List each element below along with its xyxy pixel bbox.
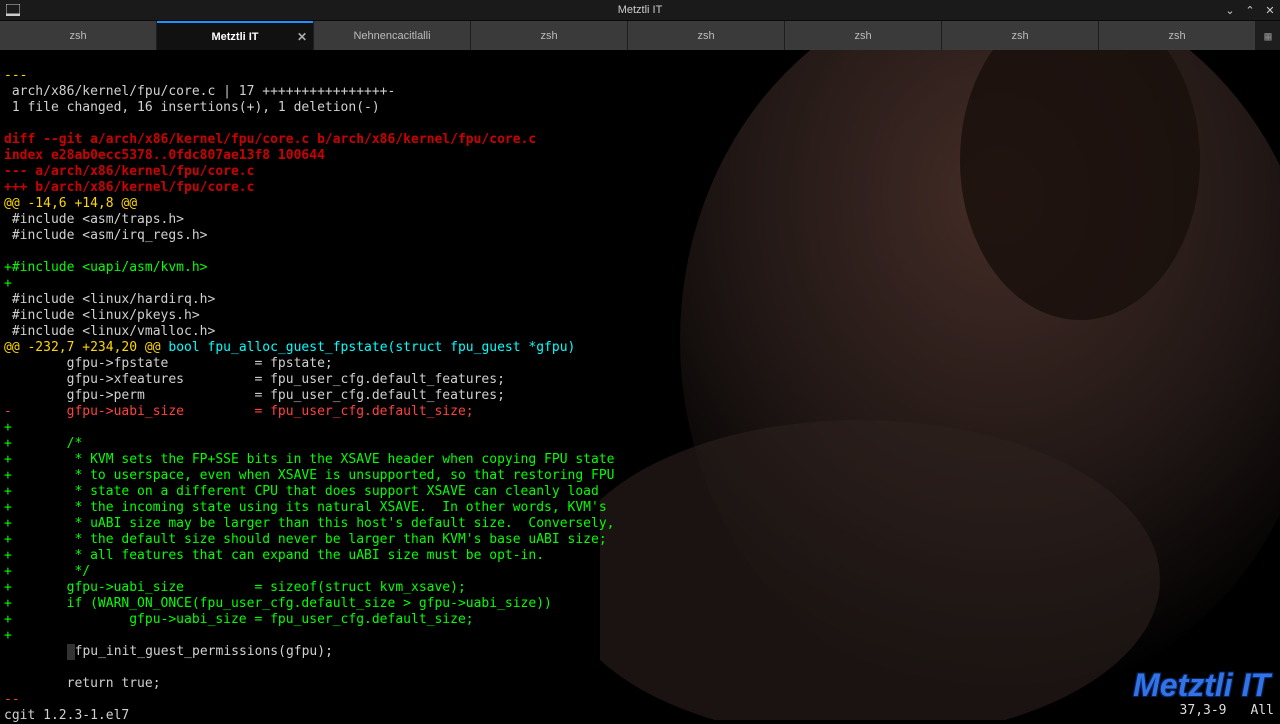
diff-ctx-a1: gfpu->fpstate = fpstate;: [4, 356, 333, 371]
diff-summary-1: arch/x86/kernel/fpu/core.c | 17 ++++++++…: [4, 84, 395, 99]
close-window-button[interactable]: ✕: [1260, 0, 1280, 20]
diff-hunk-1: @@ -14,6 +14,8 @@: [4, 196, 137, 211]
diff-ctx-include-3: #include <linux/hardirq.h>: [4, 292, 215, 307]
tab-6[interactable]: zsh: [942, 21, 1098, 50]
tab-label: zsh: [1168, 30, 1185, 42]
tab-overview-button[interactable]: ▦: [1256, 21, 1280, 50]
diff-add-c2: + gfpu->uabi_size = fpu_user_cfg.default…: [4, 612, 474, 627]
tab-bar: zsh Metztli IT ✕ Nehnencacitlalli zsh zs…: [0, 20, 1280, 50]
tab-label: Metztli IT: [211, 31, 258, 43]
diff-eof-dash: --: [4, 692, 20, 707]
window-titlebar: Metztli IT ⌄ ⌃ ✕: [0, 0, 1280, 20]
diff-add-b4: + * state on a different CPU that does s…: [4, 484, 599, 499]
terminal-viewport[interactable]: --- arch/x86/kernel/fpu/core.c | 17 ++++…: [0, 50, 1280, 724]
diff-hunk-2: @@ -232,7 +234,20 @@ bool fpu_alloc_gues…: [4, 340, 575, 355]
diff-del-a1: - gfpu->uabi_size = fpu_user_cfg.default…: [4, 404, 474, 419]
diff-add-c1: + if (WARN_ON_ONCE(fpu_user_cfg.default_…: [4, 596, 552, 611]
window-title: Metztli IT: [0, 4, 1280, 16]
text-cursor: [67, 644, 75, 660]
diff-ctx-a3: gfpu->perm = fpu_user_cfg.default_featur…: [4, 388, 505, 403]
diff-add-b1: + /*: [4, 436, 82, 451]
diff-ctx-include-1: #include <asm/traps.h>: [4, 212, 184, 227]
diff-ctx-include-2: #include <asm/irq_regs.h>: [4, 228, 208, 243]
diff-ctx-include-4: #include <linux/pkeys.h>: [4, 308, 200, 323]
tab-5[interactable]: zsh: [785, 21, 941, 50]
diff-ctx-tail2: return true;: [4, 676, 161, 691]
diff-add-b6: + * uABI size may be larger than this ho…: [4, 516, 614, 531]
maximize-button[interactable]: ⌃: [1240, 0, 1260, 20]
tab-1[interactable]: Metztli IT ✕: [157, 21, 313, 50]
tab-label: zsh: [540, 30, 557, 42]
minimize-button[interactable]: ⌄: [1220, 0, 1240, 20]
tab-label: Nehnencacitlalli: [353, 30, 430, 42]
tab-label: zsh: [1011, 30, 1028, 42]
diff-ctx-blank: [4, 660, 12, 675]
tab-close-icon[interactable]: ✕: [297, 30, 307, 44]
cgit-version: cgit 1.2.3-1.el7: [4, 708, 129, 723]
diff-add-b3: + * to userspace, even when XSAVE is uns…: [4, 468, 614, 483]
diff-index-line: index e28ab0ecc5378..0fdc807ae13f8 10064…: [4, 148, 325, 163]
diff-add-c3: +: [4, 628, 12, 643]
cursor-position: 37,3-9: [1180, 703, 1227, 718]
diff-add-include: +#include <uapi/asm/kvm.h>: [4, 260, 208, 275]
diff-add-b5: + * the incoming state using its natural…: [4, 500, 607, 515]
tab-label: zsh: [854, 30, 871, 42]
vim-status-bar: 37,3-9 All: [1180, 703, 1274, 718]
tab-label: zsh: [69, 30, 86, 42]
diff-dashes: ---: [4, 68, 27, 83]
scroll-position: All: [1251, 703, 1274, 718]
diff-add-b7: + * the default size should never be lar…: [4, 532, 607, 547]
tab-2[interactable]: Nehnencacitlalli: [314, 21, 470, 50]
diff-add-b9: + */: [4, 564, 90, 579]
tab-7[interactable]: zsh: [1099, 21, 1255, 50]
diff-minus-file: --- a/arch/x86/kernel/fpu/core.c: [4, 164, 254, 179]
diff-ctx-include-5: #include <linux/vmalloc.h>: [4, 324, 215, 339]
diff-add-blank-1: +: [4, 276, 12, 291]
diff-summary-2: 1 file changed, 16 insertions(+), 1 dele…: [4, 100, 380, 115]
diff-add-b2: + * KVM sets the FP+SSE bits in the XSAV…: [4, 452, 614, 467]
diff-ctx-a2: gfpu->xfeatures = fpu_user_cfg.default_f…: [4, 372, 505, 387]
diff-git-line: diff --git a/arch/x86/kernel/fpu/core.c …: [4, 132, 536, 147]
tab-label: zsh: [697, 30, 714, 42]
tab-4[interactable]: zsh: [628, 21, 784, 50]
diff-ctx-tail1: fpu_init_guest_permissions(gfpu);: [4, 644, 333, 659]
diff-add-c0: + gfpu->uabi_size = sizeof(struct kvm_xs…: [4, 580, 466, 595]
diff-add-b8: + * all features that can expand the uAB…: [4, 548, 544, 563]
tab-0[interactable]: zsh: [0, 21, 156, 50]
tab-3[interactable]: zsh: [471, 21, 627, 50]
diff-plus-file: +++ b/arch/x86/kernel/fpu/core.c: [4, 180, 254, 195]
diff-add-b0: +: [4, 420, 12, 435]
terminal-app-icon: [4, 3, 22, 17]
